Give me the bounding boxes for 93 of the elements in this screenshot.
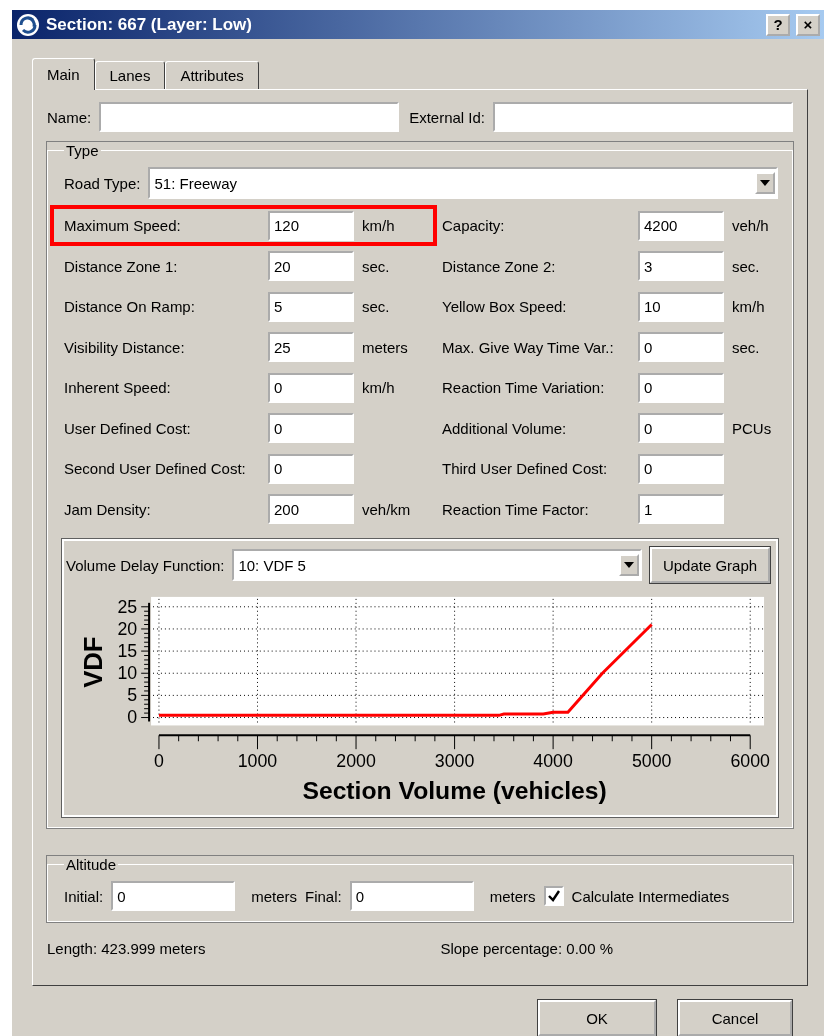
x-tick-label: 1000 — [237, 751, 278, 772]
y-tick-label: 20 — [117, 619, 138, 640]
window-title: Section: 667 (Layer: Low) — [46, 14, 253, 35]
input-field[interactable]: 4200 — [638, 210, 724, 241]
field-label: Reaction Time Variation: — [442, 379, 606, 397]
field-label: Jam Density: — [64, 500, 152, 518]
tab[interactable]: Attributes — [165, 61, 259, 90]
input-field[interactable]: 0 — [268, 372, 354, 403]
tab[interactable]: Main — [32, 58, 95, 91]
x-axis: 0 1000 2000 3000 4000 5000 6000 — [154, 734, 770, 772]
field-label: Third User Defined Cost: — [442, 460, 609, 478]
x-axis-label: Section Volume (vehicles) — [302, 777, 607, 805]
field-label: Final: — [305, 887, 342, 905]
input-field[interactable]: 5 — [268, 291, 354, 322]
input-field[interactable]: 0 — [638, 372, 724, 403]
field-label: Name: — [47, 109, 92, 126]
y-tick-label: 0 — [127, 707, 138, 728]
input-field[interactable]: 3 — [638, 251, 724, 282]
field-label: Initial: — [64, 887, 104, 905]
y-tick-label: 25 — [117, 597, 138, 618]
field-label: Distance On Ramp: — [64, 298, 196, 316]
external-id-input[interactable] — [493, 102, 793, 133]
y-tick-label: 5 — [127, 685, 138, 706]
field-label: Road Type: — [64, 175, 141, 192]
cancel-button[interactable]: Cancel — [678, 1000, 792, 1036]
field-label: Second User Defined Cost: — [64, 460, 247, 478]
group-title: Type — [65, 142, 100, 160]
unit-label: sec. — [732, 257, 760, 275]
field-label: Yellow Box Speed: — [442, 298, 568, 316]
unit-label: sec. — [362, 257, 390, 275]
x-tick-label: 3000 — [434, 751, 475, 772]
x-tick-label: 2000 — [336, 751, 376, 772]
unit-label: km/h — [362, 379, 395, 397]
x-tick-label: 0 — [154, 751, 165, 772]
input-field[interactable]: 0 — [268, 413, 354, 444]
slope-text: Slope percentage: 0.00 % — [440, 940, 613, 957]
tab[interactable]: Lanes — [94, 61, 166, 90]
unit-label: sec. — [732, 338, 760, 356]
name-input[interactable] — [99, 102, 400, 133]
update-graph-button[interactable]: Update Graph — [650, 547, 770, 584]
y-tick-label: 10 — [117, 663, 138, 684]
group-title: Altitude — [65, 856, 118, 873]
field-label: Distance Zone 2: — [442, 257, 557, 275]
field-label: Capacity: — [442, 217, 506, 235]
input-field[interactable]: 0 — [111, 881, 236, 911]
field-label: Additional Volume: — [442, 419, 568, 437]
input-field[interactable]: 120 — [268, 210, 354, 241]
ok-button[interactable]: OK — [538, 1000, 656, 1036]
input-field[interactable]: 10 — [638, 291, 724, 322]
unit-label: meters — [251, 887, 298, 905]
field-label: Maximum Speed: — [64, 217, 182, 235]
y-tick-label: 15 — [117, 641, 138, 662]
y-axis: 0 5 10 15 20 25 — [117, 597, 151, 728]
input-field[interactable]: 200 — [268, 494, 354, 525]
unit-label: PCUs — [732, 419, 772, 437]
field-label: Volume Delay Function: — [66, 557, 225, 574]
length-text: Length: 423.999 meters — [47, 940, 206, 957]
checkmark-icon — [547, 890, 560, 902]
unit-label: veh/km — [362, 500, 411, 518]
unit-label: veh/h — [732, 217, 769, 235]
field-label: Visibility Distance: — [64, 338, 186, 356]
field-label: Reaction Time Factor: — [442, 500, 590, 518]
x-tick-label: 5000 — [631, 751, 672, 772]
x-tick-label: 4000 — [533, 751, 574, 772]
checkbox[interactable] — [543, 886, 564, 906]
help-button[interactable]: ? — [766, 13, 790, 36]
input-field[interactable]: 0 — [638, 453, 724, 484]
app-logo-icon — [16, 12, 40, 37]
field-label: Max. Give Way Time Var.: — [442, 338, 615, 356]
unit-label: km/h — [732, 298, 765, 316]
close-button[interactable]: × — [796, 13, 820, 36]
y-axis-label: VDF — [78, 636, 107, 689]
vdf-dropdown[interactable]: 10: VDF 5 — [232, 549, 642, 582]
input-field[interactable]: 20 — [268, 251, 354, 282]
unit-label: meters — [489, 887, 536, 905]
field-label: User Defined Cost: — [64, 419, 192, 437]
input-field[interactable]: 1 — [638, 494, 724, 525]
field-label: Distance Zone 1: — [64, 257, 179, 275]
checkbox-label: Calculate Intermediates — [571, 887, 730, 905]
road-type-dropdown[interactable]: 51: Freeway — [148, 167, 778, 200]
unit-label: meters — [362, 338, 408, 356]
caret-icon — [760, 180, 770, 187]
caret-icon — [624, 562, 634, 569]
input-field[interactable]: 0 — [638, 332, 724, 363]
input-field[interactable]: 0 — [268, 453, 354, 484]
unit-label: km/h — [362, 217, 395, 235]
x-tick-label: 6000 — [730, 751, 771, 772]
unit-label: sec. — [362, 298, 390, 316]
input-field[interactable]: 25 — [268, 332, 354, 363]
field-label: Inherent Speed: — [64, 379, 172, 397]
field-label: External Id: — [409, 109, 486, 126]
input-field[interactable]: 0 — [349, 881, 474, 911]
input-field[interactable]: 0 — [638, 413, 724, 444]
